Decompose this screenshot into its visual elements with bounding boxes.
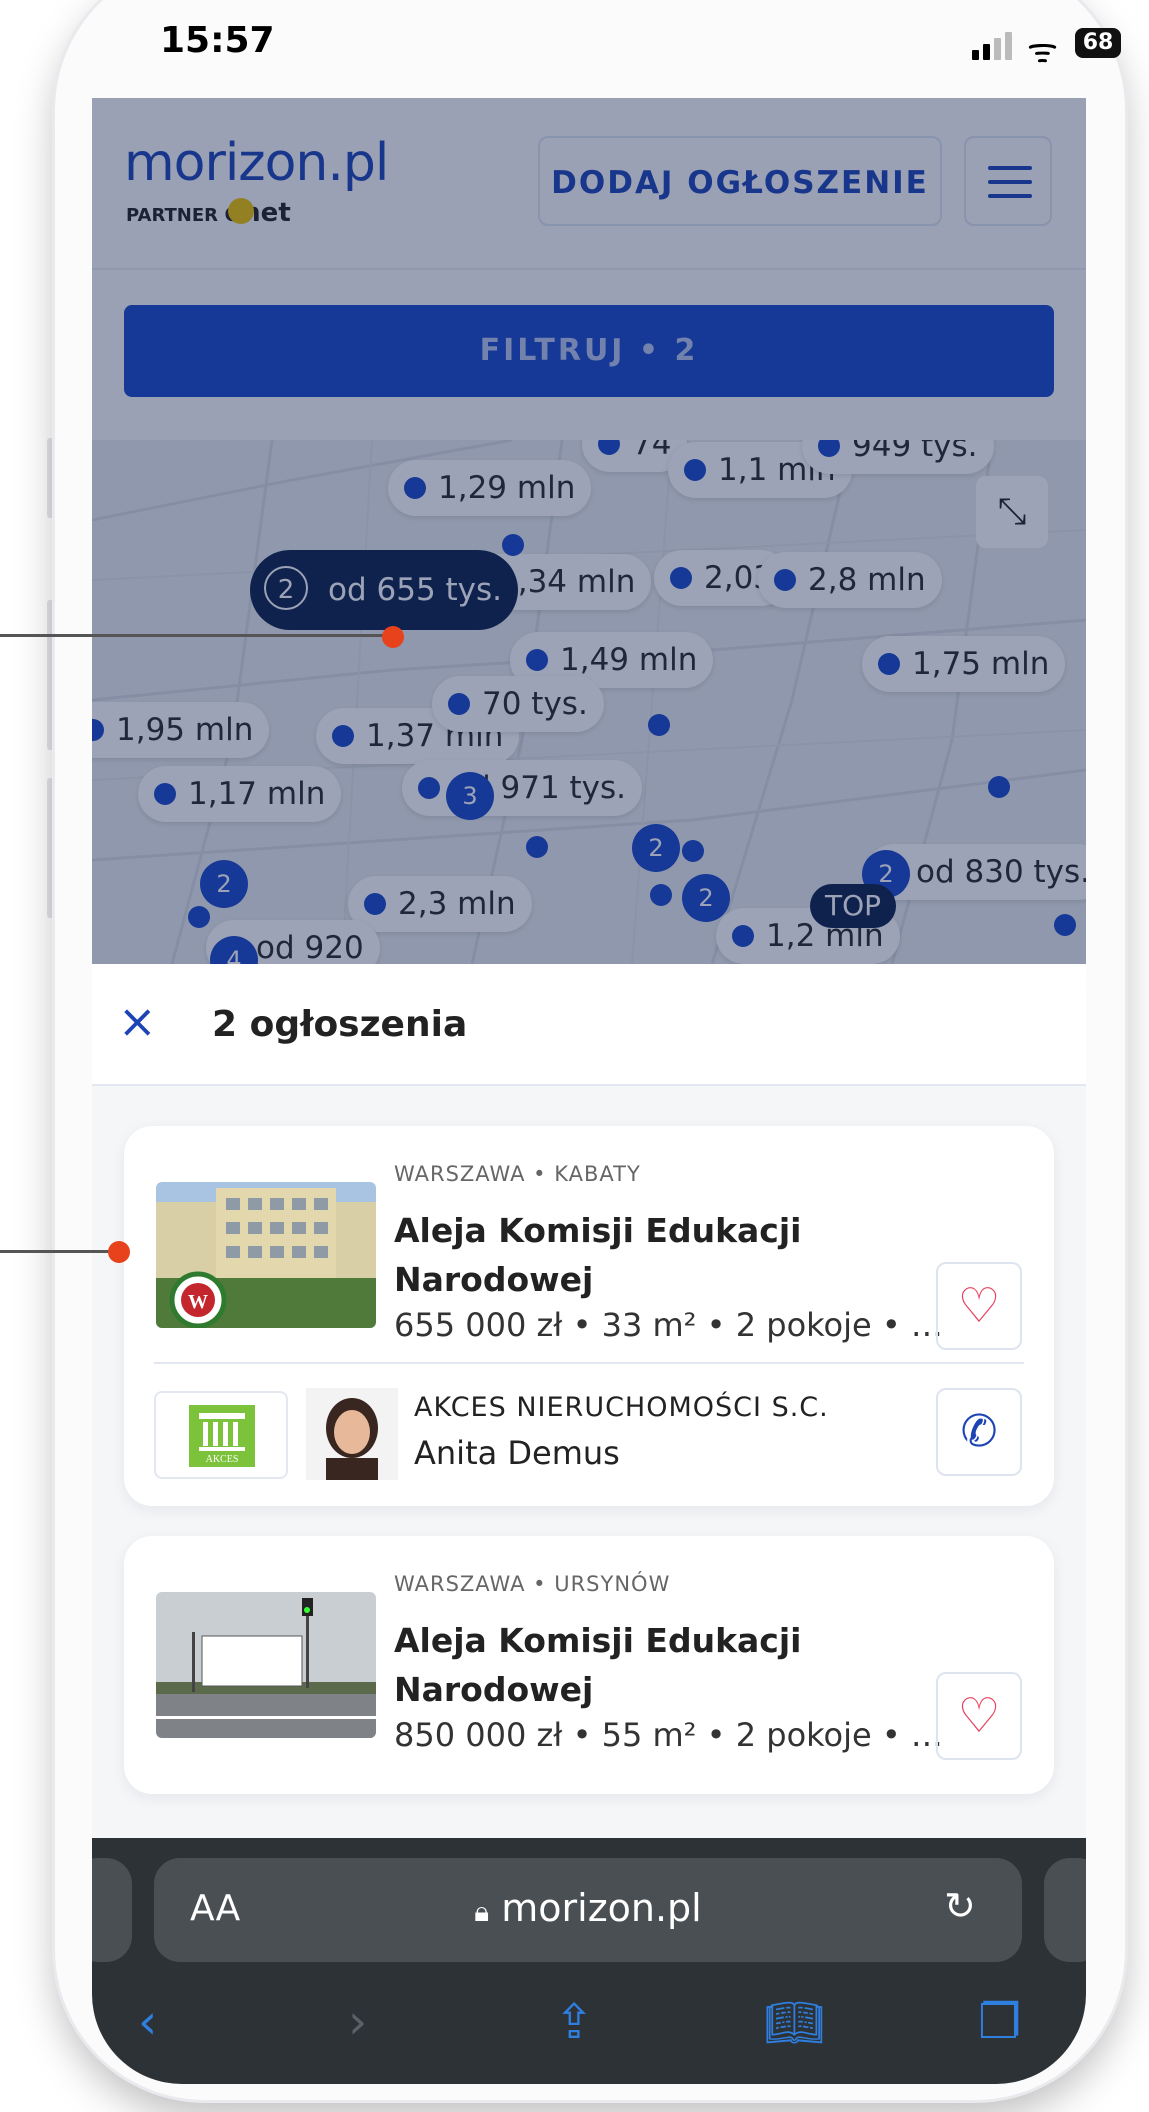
wifi-icon: ᯤ (1027, 31, 1059, 71)
agency-name: AKCES NIERUCHOMOŚCI S.C. (414, 1392, 829, 1423)
listing-meta: 850 000 zł • 55 m² • 2 pokoje • … (394, 1716, 943, 1754)
listing-photo[interactable]: W (156, 1182, 376, 1328)
safari-chrome: AA 🔒︎ morizon.pl ↻ ‹ › ⇪ 📖︎ ❐ (92, 1838, 1086, 2084)
tabs-icon[interactable]: ❐ (978, 1994, 1021, 2050)
phone-icon[interactable]: ✆ (936, 1388, 1022, 1476)
listing-card[interactable]: W WARSZAWA • KABATY Aleja Komisji Edukac… (124, 1126, 1054, 1506)
sheet-title: 2 ogłoszenia (212, 1004, 468, 1045)
url-label: morizon.pl (501, 1886, 702, 1930)
close-icon[interactable]: × (118, 994, 157, 1048)
listing-card[interactable]: WARSZAWA • URSYNÓW Aleja Komisji Edukacj… (124, 1536, 1054, 1794)
reload-icon[interactable]: ↻ (944, 1884, 976, 1928)
listing-title[interactable]: Aleja Komisji Edukacji Narodowej (394, 1206, 864, 1304)
signal-icon (972, 32, 1012, 60)
listing-meta: 655 000 zł • 33 m² • 2 pokoje • … (394, 1306, 943, 1344)
back-icon[interactable]: ‹ (138, 1994, 157, 2050)
agency-logo-text: AKCES (206, 1454, 239, 1465)
listing-location: WARSZAWA • KABATY (394, 1162, 641, 1186)
svg-text:W: W (188, 1291, 208, 1313)
annotation-line (0, 634, 392, 637)
sheet-header: × 2 ogłoszenia (92, 964, 1086, 1086)
annotation-line (0, 1250, 118, 1253)
forward-icon[interactable]: › (348, 1994, 367, 2050)
agent-name: Anita Demus (414, 1434, 620, 1472)
address-bar[interactable]: AA 🔒︎ morizon.pl ↻ (154, 1858, 1022, 1962)
agent-avatar (306, 1388, 398, 1480)
heart-icon[interactable]: ♡ (936, 1262, 1022, 1350)
heart-icon[interactable]: ♡ (936, 1672, 1022, 1760)
annotation-dot (108, 1241, 130, 1263)
listing-location: WARSZAWA • URSYNÓW (394, 1572, 671, 1596)
prev-tab-edge[interactable] (92, 1858, 132, 1962)
lock-icon: 🔒︎ (474, 1895, 490, 1928)
card-divider (154, 1362, 1024, 1364)
dim-overlay (92, 98, 1086, 964)
agency-logo[interactable]: AKCES (154, 1391, 288, 1479)
url-text[interactable]: 🔒︎ morizon.pl (154, 1886, 1022, 1930)
next-tab-edge[interactable] (1044, 1858, 1086, 1962)
bookmarks-icon[interactable]: 📖︎ (764, 1994, 825, 2051)
status-bar: 15:57 ᯤ 68 (92, 0, 1121, 95)
listing-title[interactable]: Aleja Komisji Edukacji Narodowej (394, 1616, 864, 1714)
share-icon[interactable]: ⇪ (554, 1994, 594, 2050)
annotation-dot (382, 626, 404, 648)
browser-toolbar: ‹ › ⇪ 📖︎ ❐ (92, 1988, 1086, 2084)
listing-photo[interactable] (156, 1592, 376, 1738)
screen: morizon.pl PARTNER onet DODAJ OGŁOSZENIE… (92, 98, 1086, 2084)
status-time: 15:57 (160, 20, 275, 61)
battery-icon: 68 (1075, 28, 1121, 58)
